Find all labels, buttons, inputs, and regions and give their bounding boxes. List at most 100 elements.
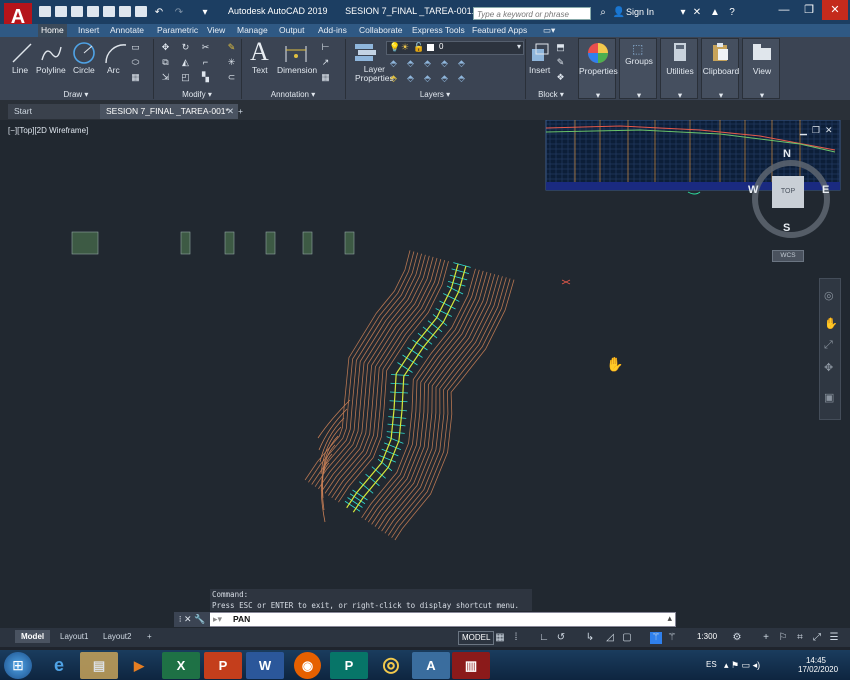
tab-express-tools[interactable]: Express Tools	[409, 24, 468, 37]
move-icon[interactable]: ✥	[160, 42, 171, 52]
search-icon[interactable]: ⌕	[596, 7, 610, 19]
layout-tab-model[interactable]: Model	[15, 630, 51, 643]
units-icon[interactable]: ⚐	[777, 632, 789, 644]
arc-icon[interactable]	[104, 41, 128, 65]
text-icon[interactable]: A	[250, 37, 269, 67]
annotation-scale[interactable]: 1:300	[697, 631, 717, 643]
arc-button[interactable]: Arc	[107, 65, 120, 75]
layers-panel-title[interactable]: Layers ▾	[346, 89, 524, 100]
scale-icon[interactable]: ◰	[180, 72, 191, 82]
media-player-icon[interactable]: ▶	[120, 652, 158, 679]
array-icon[interactable]: ▚	[200, 72, 211, 82]
project-icon[interactable]: P	[330, 652, 368, 679]
text-button[interactable]: Text	[252, 65, 268, 75]
viewcube[interactable]: TOP N S W E	[748, 148, 834, 240]
view-group[interactable]: View ▾	[742, 38, 780, 100]
command-line-controls[interactable]: ⁝ ✕ 🔧	[174, 612, 210, 627]
model-space-button[interactable]: MODEL	[458, 631, 495, 645]
zoom-extents-icon[interactable]: ⤢	[824, 339, 833, 352]
help-icon[interactable]: ?	[725, 7, 739, 19]
close-window-button[interactable]: ✕	[822, 0, 848, 20]
dimension-button[interactable]: Dimension	[277, 65, 317, 75]
insert-block-icon[interactable]	[530, 41, 550, 63]
start-button[interactable]: ⊞	[4, 652, 32, 679]
minimize-button[interactable]: —	[771, 0, 797, 20]
annotation-table-icon[interactable]: ▦	[320, 72, 331, 82]
showmotion-icon[interactable]: ▣	[824, 391, 834, 404]
properties-group[interactable]: Properties ▾	[578, 38, 618, 100]
layer-tool-icon[interactable]: ⬘	[456, 73, 467, 83]
new-file-icon[interactable]	[39, 6, 51, 17]
erase-icon[interactable]: ✎	[226, 42, 237, 52]
annotation-visibility-icon[interactable]: ⚚	[650, 632, 662, 644]
clock[interactable]: 14:45 17/02/2020	[798, 656, 838, 674]
ortho-icon[interactable]: ↳	[584, 632, 596, 644]
linear-dimension-icon[interactable]: ⊢	[320, 42, 331, 52]
tab-featured-apps[interactable]: Featured Apps	[469, 24, 530, 37]
new-layout-button[interactable]: +	[141, 630, 158, 643]
a360-icon[interactable]: ▲	[708, 7, 722, 19]
qat-dropdown-icon[interactable]: ▾	[198, 7, 212, 19]
layer-properties-icon[interactable]	[352, 41, 378, 63]
undo-icon[interactable]: ↶	[152, 7, 166, 19]
utilities-group[interactable]: Utilities ▾	[660, 38, 698, 100]
tab-manage[interactable]: Manage	[234, 24, 271, 37]
ribbon-toggle-icon[interactable]: ▭▾	[540, 24, 558, 37]
file-explorer-icon[interactable]: ▤	[80, 652, 118, 679]
explode-icon[interactable]: ✳	[226, 57, 237, 67]
maximize-button[interactable]: ❐	[796, 0, 822, 20]
help-search-input[interactable]: Type a keyword or phrase	[473, 7, 591, 20]
exchange-icon[interactable]: ✕	[690, 7, 704, 19]
compass-south[interactable]: S	[783, 222, 790, 234]
layer-tool-icon[interactable]: ⬘	[405, 73, 416, 83]
annotation-monitor-icon[interactable]: +	[760, 632, 772, 644]
compass-east[interactable]: E	[822, 184, 829, 196]
input-language[interactable]: ES	[706, 660, 717, 669]
tab-collaborate[interactable]: Collaborate	[356, 24, 405, 37]
leader-icon[interactable]: ↗	[320, 57, 331, 67]
block-panel-title[interactable]: Block ▾	[526, 89, 576, 100]
polyline-button[interactable]: Polyline	[36, 65, 66, 75]
sign-in-button[interactable]: Sign In	[626, 7, 654, 17]
open-web-icon[interactable]	[103, 6, 115, 17]
new-tab-button[interactable]: +	[236, 104, 250, 119]
save-icon[interactable]	[71, 6, 83, 17]
save-as-icon[interactable]	[87, 6, 99, 17]
layer-tool-icon[interactable]: ⬘	[422, 58, 433, 68]
tab-home[interactable]: Home	[38, 24, 67, 37]
command-history-toggle-icon[interactable]: ▴	[667, 613, 672, 624]
command-input[interactable]: PAN	[233, 614, 250, 624]
clean-screen-icon[interactable]: ⤢	[811, 632, 823, 644]
line-button[interactable]: Line	[12, 65, 28, 75]
dynamic-input-icon[interactable]: ↺	[555, 632, 567, 644]
autocad-taskbar-icon[interactable]: A	[412, 652, 450, 679]
workspace-gear-icon[interactable]: ⚙	[731, 632, 743, 644]
hatch-icon[interactable]: ⬭	[130, 57, 141, 67]
powerpoint-icon[interactable]: P	[204, 652, 242, 679]
layer-tool-icon[interactable]: ⬘	[439, 73, 450, 83]
edit-block-icon[interactable]: ✎	[555, 57, 566, 67]
annotation-panel-title[interactable]: Annotation ▾	[242, 89, 344, 100]
groups-group[interactable]: ⬚ Groups ▾	[619, 38, 657, 100]
polar-tracking-icon[interactable]: ◿	[604, 632, 616, 644]
compass-north[interactable]: N	[783, 148, 791, 160]
command-line[interactable]: ⁝ ✕ 🔧 ▸▾ PAN ▴	[174, 612, 676, 627]
compass-west[interactable]: W	[748, 184, 758, 196]
file-tab-drawing[interactable]: SESION 7_FINAL _TAREA-001* ✕	[100, 104, 238, 119]
steering-wheel-icon[interactable]: ◎	[824, 289, 834, 302]
layer-dropdown[interactable]: 💡 ☀ 🔓 0 ▾	[386, 41, 524, 55]
excel-icon[interactable]: X	[162, 652, 200, 679]
chrome-icon[interactable]: ◎	[372, 652, 410, 679]
layer-tool-icon[interactable]: ⬘	[388, 73, 399, 83]
copy-icon[interactable]: ⧉	[160, 57, 171, 67]
file-tab-start[interactable]: Start	[8, 104, 104, 119]
close-tab-icon[interactable]: ✕	[227, 104, 234, 119]
layer-tool-icon[interactable]: ⬘	[405, 58, 416, 68]
system-tray-icons[interactable]: ▴ ⚑ ▭ ◂)	[724, 660, 760, 671]
tab-parametric[interactable]: Parametric	[154, 24, 201, 37]
save-web-icon[interactable]	[119, 6, 131, 17]
plot-icon[interactable]	[135, 6, 147, 17]
viewcube-top-face[interactable]: TOP	[772, 176, 804, 208]
stretch-icon[interactable]: ⇲	[160, 72, 171, 82]
winrar-icon[interactable]: ▥	[452, 652, 490, 679]
